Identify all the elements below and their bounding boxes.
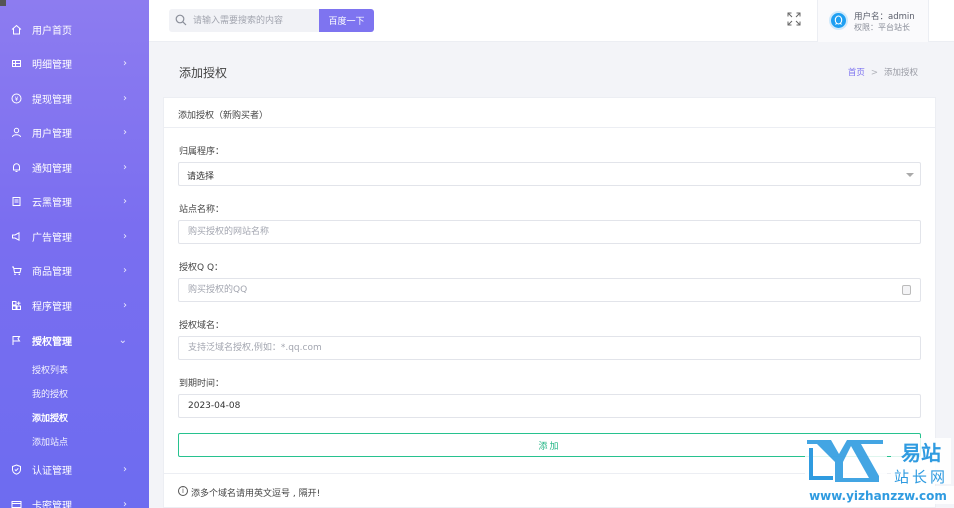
chevron-right-icon: › [123, 264, 127, 276]
flag-icon [11, 335, 22, 346]
sidebar-item-goods[interactable]: 商品管理 › [0, 253, 149, 287]
sidebar-item-authorization[interactable]: 授权管理 ⌄ [0, 323, 149, 357]
sidebar-item-details[interactable]: 明细管理 › [0, 46, 149, 80]
user-name: 用户名：admin [854, 12, 915, 22]
sidebar-item-label: 卡密管理 [32, 500, 72, 508]
chevron-right-icon: › [123, 126, 127, 138]
top-header: 百度一下 用户名：admin 权限：平台站长 [149, 0, 954, 42]
qq-label: 授权Q Q： [179, 263, 224, 273]
program-label: 归属程序： [179, 147, 225, 157]
chevron-right-icon: › [123, 161, 127, 173]
sidebar-item-notify[interactable]: 通知管理 › [0, 150, 149, 184]
sidebar-item-withdraw[interactable]: ¥ 提现管理 › [0, 81, 149, 115]
search-input[interactable] [193, 11, 315, 30]
cart-icon [11, 265, 22, 276]
site-name-label: 站点名称： [179, 205, 225, 215]
card-title: 添加授权（新购买者） [178, 111, 269, 121]
chevron-right-icon: › [123, 299, 127, 311]
shield-icon [11, 463, 22, 475]
site-name-input[interactable] [188, 224, 888, 240]
submenu-item-auth-list[interactable]: 授权列表 [32, 363, 68, 376]
svg-text:¥: ¥ [15, 96, 19, 103]
sidebar-item-home[interactable]: 用户首页 [0, 12, 149, 46]
list-icon [11, 58, 22, 69]
search-button[interactable]: 百度一下 [319, 9, 374, 32]
avatar[interactable] [829, 11, 848, 30]
user-info[interactable]: 用户名：admin 权限：平台站长 [817, 0, 929, 42]
watermark-url: www.yizhanzzw.com [809, 489, 947, 503]
breadcrumb: 首页 > 添加授权 [848, 66, 918, 78]
search-box [169, 9, 319, 32]
chevron-down-icon: ⌄ [118, 334, 127, 346]
breadcrumb-separator: > [870, 68, 878, 78]
caret-down-icon [906, 173, 914, 177]
sidebar-item-ads[interactable]: 广告管理 › [0, 219, 149, 253]
breadcrumb-home[interactable]: 首页 [848, 68, 865, 78]
site-watermark-logo: 易站 站长网 www.yizhanzzw.com [803, 434, 954, 508]
fullscreen-icon[interactable] [787, 12, 801, 26]
program-select-value: 请选择 [187, 172, 215, 182]
sidebar-item-label: 用户首页 [32, 25, 72, 37]
sidebar-item-label: 用户管理 [32, 128, 72, 140]
watermark-name-bottom: 站长网 [894, 468, 948, 486]
chevron-right-icon: › [123, 498, 127, 508]
user-icon [11, 127, 22, 138]
sidebar-item-blacklist[interactable]: 云黑管理 › [0, 184, 149, 218]
expire-field [178, 394, 921, 418]
submenu-item-my-auth[interactable]: 我的授权 [32, 387, 68, 400]
home-icon [11, 24, 22, 35]
user-role: 权限：平台站长 [854, 23, 910, 32]
app-icon [11, 300, 22, 311]
sidebar-item-label: 通知管理 [32, 163, 72, 175]
site-name-field [178, 220, 921, 244]
bell-icon [11, 162, 22, 173]
chevron-right-icon: › [123, 230, 127, 242]
sidebar-item-label: 明细管理 [32, 59, 72, 71]
corner-mark [0, 0, 6, 6]
chevron-right-icon: › [123, 463, 127, 475]
withdraw-icon: ¥ [11, 93, 22, 104]
domain-field [178, 336, 921, 360]
sidebar-item-label: 认证管理 [32, 465, 72, 477]
expire-label: 到期时间： [179, 379, 225, 389]
tip-text: 添多个域名请用英文逗号 , 隔开! [191, 489, 321, 499]
sidebar-item-label: 提现管理 [32, 94, 72, 106]
sidebar-item-label: 商品管理 [32, 266, 72, 278]
sidebar-item-programs[interactable]: 程序管理 › [0, 288, 149, 322]
sidebar-item-cards[interactable]: 卡密管理 › [0, 487, 149, 508]
program-select[interactable]: 请选择 [178, 162, 921, 186]
document-icon [11, 196, 22, 207]
expire-date-input[interactable] [188, 398, 888, 414]
info-icon: i [178, 486, 188, 496]
sidebar-item-users[interactable]: 用户管理 › [0, 115, 149, 149]
card-header: 添加授权（新购买者） [164, 98, 935, 128]
chevron-right-icon: › [123, 57, 127, 69]
chevron-right-icon: › [123, 195, 127, 207]
qq-field [178, 278, 921, 302]
chevron-right-icon: › [123, 92, 127, 104]
submenu-item-add-site[interactable]: 添加站点 [32, 435, 68, 448]
search-icon [175, 14, 187, 26]
qq-input[interactable] [188, 282, 888, 298]
spinner-icon[interactable] [902, 285, 911, 295]
domain-input[interactable] [188, 340, 888, 356]
breadcrumb-current: 添加授权 [883, 68, 918, 78]
domain-label: 授权域名： [179, 321, 225, 331]
sidebar-item-label: 广告管理 [32, 232, 72, 244]
page-title: 添加授权 [179, 66, 228, 80]
sidebar-item-label: 程序管理 [32, 301, 72, 313]
sidebar-item-label: 授权管理 [32, 336, 72, 348]
card-icon [11, 499, 22, 508]
sidebar-item-verification[interactable]: 认证管理 › [0, 452, 149, 486]
sidebar-item-label: 云黑管理 [32, 197, 72, 209]
submenu-item-add-auth[interactable]: 添加授权 [32, 411, 68, 424]
sidebar: 用户首页 明细管理 › ¥ 提现管理 › 用户管理 › 通知管理 › 云黑管理 … [0, 0, 149, 508]
megaphone-icon [11, 231, 22, 242]
watermark-name-top: 易站 [901, 441, 941, 465]
